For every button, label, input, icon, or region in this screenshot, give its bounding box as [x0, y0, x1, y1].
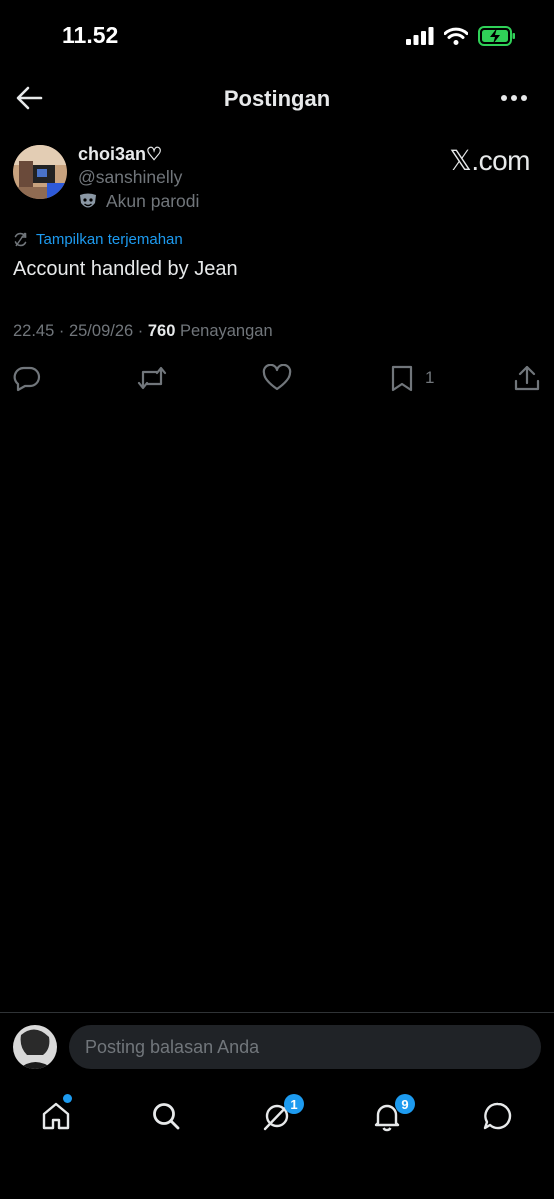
repost-icon [137, 366, 167, 390]
translate-label[interactable]: Tampilkan terjemahan [36, 231, 183, 248]
chat-bubble-icon [483, 1102, 512, 1130]
search-icon [153, 1103, 180, 1130]
post-meta: 22.45 · 25/09/26 · 760 Penayangan [13, 322, 273, 341]
like-icon [262, 364, 292, 391]
author-avatar[interactable] [13, 145, 67, 199]
post-timestamp: 22.45 · 25/09/26 · [13, 322, 148, 340]
reply-input-container[interactable] [69, 1025, 541, 1069]
views-count: 760 [147, 322, 176, 340]
brand-watermark: 𝕏.com [449, 145, 530, 176]
share-icon [514, 365, 540, 391]
notifications-badge: 9 [395, 1094, 415, 1114]
author-name[interactable]: choi3an♡ [78, 144, 162, 165]
wifi-icon [444, 27, 468, 45]
reply-divider [0, 1012, 554, 1013]
home-notification-dot [63, 1094, 72, 1103]
tab-home[interactable] [36, 1090, 76, 1142]
theater-mask-icon [80, 193, 96, 207]
signal-icon [406, 27, 434, 45]
bottom-tab-bar: 1 9 [0, 1090, 554, 1142]
tab-grok[interactable]: 1 [257, 1090, 304, 1142]
more-options-icon[interactable] [500, 93, 528, 103]
post-actions: 1 [13, 364, 541, 394]
reply-icon [13, 366, 41, 392]
repost-button[interactable] [136, 364, 168, 392]
tab-search[interactable] [146, 1090, 186, 1142]
views-label: Penayangan [175, 322, 273, 340]
tab-notifications[interactable]: 9 [367, 1090, 415, 1142]
home-icon [42, 1102, 70, 1130]
user-avatar[interactable] [13, 1025, 57, 1069]
bookmark-icon [391, 365, 413, 392]
tab-messages[interactable] [478, 1090, 518, 1142]
translate-icon [14, 232, 27, 247]
translate-link[interactable]: Tampilkan terjemahan [13, 231, 183, 248]
page-title: Postingan [223, 86, 331, 111]
reply-button[interactable] [13, 364, 41, 392]
author-handle[interactable]: @sanshinelly [78, 167, 182, 188]
status-time: 11.52 [62, 22, 119, 48]
parody-label: Akun parodi [78, 191, 199, 212]
share-button[interactable] [513, 364, 541, 392]
bookmark-count: 1 [425, 368, 435, 387]
reply-input[interactable] [69, 1025, 525, 1069]
bookmark-button[interactable]: 1 [389, 364, 434, 392]
battery-charging-icon [478, 26, 515, 46]
like-button[interactable] [262, 364, 292, 392]
post-text: Account handled by Jean [13, 258, 238, 280]
grok-badge: 1 [284, 1094, 304, 1114]
status-icons [406, 24, 516, 48]
parody-text: Akun parodi [106, 191, 200, 211]
